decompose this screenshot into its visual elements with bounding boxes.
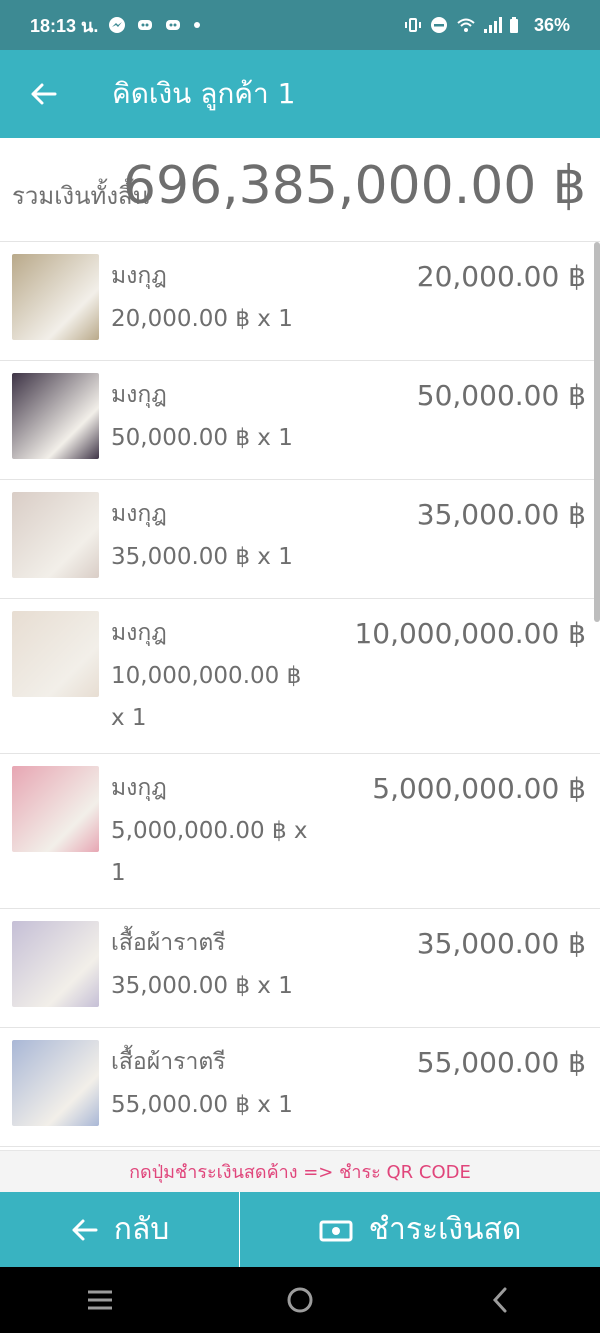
product-line-total: 55,000.00 ฿ [416,1046,586,1079]
product-line-total: 50,000.00 ฿ [416,379,586,412]
product-thumbnail [12,921,99,1007]
home-icon[interactable] [270,1280,330,1320]
list-item[interactable]: มงกุฎ 50,000.00 ฿ x 1 50,000.00 ฿ [0,361,600,480]
hint-text: กดปุ่มชำระเงินสดค้าง => ชำระ QR CODE [0,1150,600,1192]
battery-level: 36% [533,14,570,35]
discord-icon [164,16,182,34]
system-nav-bar [0,1267,600,1333]
product-name: มงกุฎ [111,501,167,527]
product-line-total: 20,000.00 ฿ [416,260,586,293]
product-thumbnail [12,254,99,340]
total-value: 696,385,000.00 ฿ [122,156,586,216]
product-name: มงกุฎ [111,620,167,646]
product-thumbnail [12,611,99,697]
product-thumbnail [12,492,99,578]
dot-icon [192,16,210,34]
product-unit-price-qty: 20,000.00 ฿ x 1 [111,306,293,332]
scrollbar[interactable] [594,242,600,622]
product-unit-price-qty: 35,000.00 ฿ x 1 [111,973,293,999]
wifi-icon [456,16,475,34]
product-name: เสื้อผ้าราตรี [111,930,226,956]
product-name: มงกุฎ [111,263,167,289]
product-line-total: 5,000,000.00 ฿ [372,772,586,805]
list-item[interactable]: เสื้อผ้าราตรี 35,000.00 ฿ x 1 35,000.00 ฿ [0,909,600,1028]
product-name: มงกุฎ [111,382,167,408]
status-bar: 18:13 น. 36% [0,0,600,50]
status-left: 18:13 น. [30,11,210,40]
discord-icon [136,16,154,34]
product-thumbnail [12,766,99,852]
item-list[interactable]: มงกุฎ 20,000.00 ฿ x 1 20,000.00 ฿มงกุฎ 50,0… [0,242,600,1150]
back-arrow-icon [70,1216,98,1244]
pay-cash-label: ชำระเงินสด [368,1212,522,1247]
product-unit-price-qty: 55,000.00 ฿ x 1 [111,1092,293,1118]
recent-apps-icon[interactable] [70,1280,130,1320]
list-item[interactable]: มงกุฎ 5,000,000.00 ฿ x 1 5,000,000.00 ฿ [0,754,600,909]
status-time: 18:13 น. [30,15,99,36]
product-thumbnail [12,373,99,459]
product-name: มงกุฎ [111,775,167,801]
product-unit-price-qty: 35,000.00 ฿ x 1 [111,544,293,570]
product-unit-price-qty: 5,000,000.00 ฿ x 1 [111,818,308,886]
back-button[interactable]: กลับ [0,1192,240,1267]
bottom-bar: กลับ ชำระเงินสด [0,1192,600,1267]
product-thumbnail [12,1040,99,1126]
back-button-label: กลับ [113,1212,170,1247]
pay-cash-button[interactable]: ชำระเงินสด [240,1192,600,1267]
page-title: คิดเงิน ลูกค้า 1 [112,77,296,110]
back-arrow-icon[interactable] [0,50,86,138]
app-bar: คิดเงิน ลูกค้า 1 [0,50,600,138]
product-line-total: 10,000,000.00 ฿ [354,617,586,650]
do-not-disturb-icon [430,16,448,34]
list-item[interactable]: เสื้อผ้าราตรี 55,000.00 ฿ x 1 55,000.00 ฿ [0,1028,600,1147]
back-nav-icon[interactable] [470,1280,530,1320]
list-item[interactable]: มงกุฎ 35,000.00 ฿ x 1 35,000.00 ฿ [0,480,600,599]
list-item[interactable]: มงกุฎ 20,000.00 ฿ x 1 20,000.00 ฿ [0,242,600,361]
product-unit-price-qty: 50,000.00 ฿ x 1 [111,425,293,451]
product-name: เสื้อผ้าราตรี [111,1049,226,1075]
total-row: รวมเงินทั้งสิ้น 696,385,000.00 ฿ [0,138,600,242]
cash-icon [319,1216,353,1244]
battery-icon [508,16,526,34]
status-right: 36% [404,15,570,36]
vibrate-icon [404,16,422,34]
product-line-total: 35,000.00 ฿ [416,927,586,960]
list-item[interactable]: มงกุฎ 10,000,000.00 ฿ x 1 10,000,000.00 ฿ [0,599,600,754]
messenger-icon [108,16,126,34]
signal-icon [482,16,502,34]
product-line-total: 35,000.00 ฿ [416,498,586,531]
product-unit-price-qty: 10,000,000.00 ฿ x 1 [111,663,302,731]
